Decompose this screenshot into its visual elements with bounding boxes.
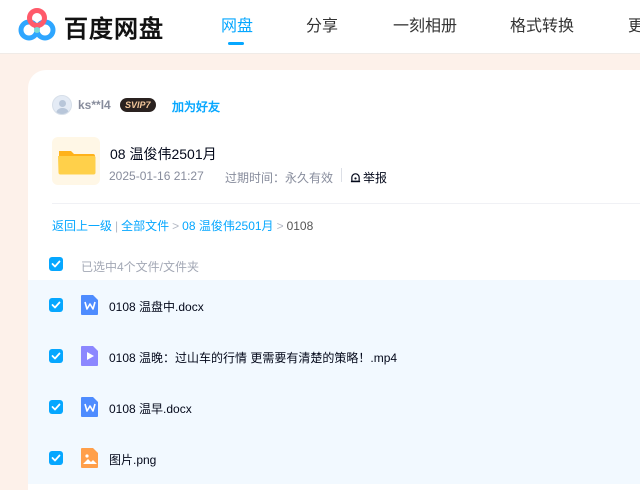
file-checkbox[interactable] [49,349,63,363]
folder-thumbnail [52,137,100,185]
checkmark-icon [51,403,61,411]
checkmark-icon [51,454,61,462]
file-row[interactable]: 0108 温早.docx [28,382,640,433]
report-label: 举报 [363,171,388,185]
share-date: 2025-01-16 21:27 [109,169,204,183]
nav-tab-more[interactable]: 更 [628,12,640,36]
file-row[interactable]: 0108 温盘中.docx [28,280,640,331]
breadcrumb-current: 0108 [286,219,314,233]
shared-folder-title: 08 温俊伟2501月 [110,146,217,162]
meta-divider [341,168,342,182]
checkmark-icon [51,352,61,360]
breadcrumb-folder[interactable]: 08 温俊伟2501月 [182,219,273,233]
avatar[interactable] [52,95,72,115]
file-checkbox[interactable] [49,298,63,312]
file-name[interactable]: 0108 温盘中.docx [109,298,204,315]
word-file-icon [81,397,98,417]
top-bar: 百度网盘 网盘 分享 一刻相册 格式转换 更 [0,0,640,54]
section-divider [52,203,640,204]
nav-tab-share[interactable]: 分享 [306,12,338,36]
breadcrumb-chevron: > [276,219,284,233]
breadcrumb-chevron: > [172,219,180,233]
baidu-netdisk-logo-icon[interactable] [18,8,56,44]
avatar-head [59,100,66,107]
nav-tab-album[interactable]: 一刻相册 [393,12,457,36]
select-all-checkbox[interactable] [49,257,63,271]
word-file-icon [81,295,98,315]
checkmark-icon [51,301,61,309]
nav-tab-netdisk[interactable]: 网盘 [221,12,253,36]
sharer-username: ks**l4 [78,98,111,112]
share-expiry: 过期时间：永久有效 [225,171,334,185]
file-checkbox[interactable] [49,451,63,465]
breadcrumb-separator: | [115,219,119,233]
folder-icon [58,151,96,175]
video-file-icon [81,346,98,366]
file-name[interactable]: 0108 温晚：过山车的行情 更需要有清楚的策略！.mp4 [109,349,397,366]
selection-count: 已选中4个文件/文件夹 [81,260,200,274]
vip-badge: SVIP7 [120,98,156,112]
breadcrumb-back[interactable]: 返回上一级 [52,219,112,233]
checkmark-icon [51,260,61,268]
file-checkbox[interactable] [49,400,63,414]
image-file-icon [81,448,98,468]
breadcrumb: 返回上一级 | 全部文件 >08 温俊伟2501月 >0108 [52,217,313,234]
file-row[interactable]: 图片.png [28,433,640,484]
nav-tab-format-convert[interactable]: 格式转换 [510,12,574,36]
report-siren-icon [350,173,361,183]
breadcrumb-all-files[interactable]: 全部文件 [121,219,169,233]
file-name[interactable]: 0108 温早.docx [109,400,192,417]
file-row[interactable]: 0108 温晚：过山车的行情 更需要有清楚的策略！.mp4 [28,331,640,382]
file-name[interactable]: 图片.png [109,451,156,468]
nav-active-indicator [228,42,244,45]
report-button[interactable]: 举报 [350,169,387,186]
avatar-body [56,108,69,114]
add-friend-link[interactable]: 加为好友 [172,98,220,115]
brand-name[interactable]: 百度网盘 [64,9,164,44]
